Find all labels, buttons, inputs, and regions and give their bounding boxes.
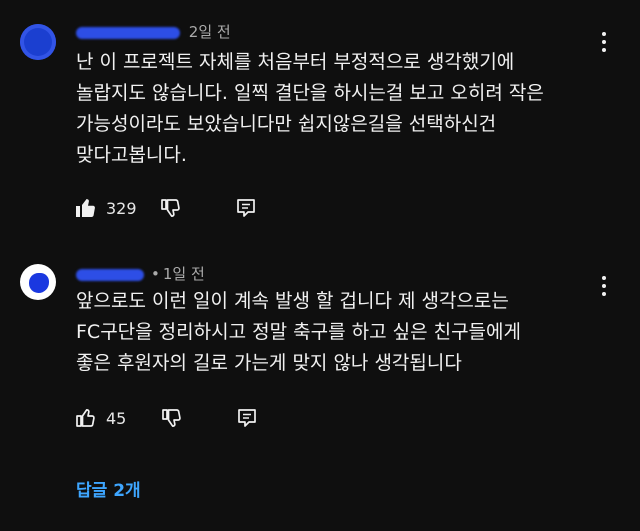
author-name-redacted[interactable] [76,268,144,281]
thumb-up-icon [76,408,95,427]
avatar[interactable] [20,264,56,300]
reply-button[interactable] [236,407,258,429]
comment-actions: 329 [74,195,257,221]
comment-text: 앞으로도 이런 일이 계속 발생 할 겁니다 제 생각으로는 FC구단을 정리하… [76,286,616,379]
comment-2: • 1일 전 앞으로도 이런 일이 계속 발생 할 겁니다 제 생각으로는 FC구… [0,240,640,450]
comment-text-line: 좋은 후원자의 길로 가는게 맞지 않나 생각됩니다 [76,352,462,374]
comment-time[interactable]: 1일 전 [163,265,205,283]
avatar[interactable] [20,24,56,60]
reply-button[interactable] [235,197,257,219]
comment-text-line: 난 이 프로젝트 자체를 처음부터 부정적으로 생각했기에 [76,51,515,73]
comment-meta: • 1일 전 [76,264,205,284]
thumb-up-filled-icon [76,199,95,217]
reply-icon [236,199,255,217]
comment-text-line: 놀랍지도 않습니다. 일찍 결단을 하시는걸 보고 오히려 작은 [76,82,544,104]
comment-text: 난 이 프로젝트 자체를 처음부터 부정적으로 생각했기에 놀랍지도 않습니다.… [76,47,616,171]
like-count: 329 [106,198,137,218]
dislike-button[interactable] [159,196,183,220]
reply-icon [238,409,257,427]
comment-meta: 2일 전 [76,22,231,42]
comment-text-line: 맞다고봅니다. [76,144,187,166]
comment-text-line: 가능성이라도 보았습니다만 쉽지않은길을 선택하신건 [76,113,497,135]
like-button[interactable]: 45 [74,406,126,430]
meta-separator: • [151,265,160,283]
like-button[interactable]: 329 [74,196,137,220]
comment-text-line: FC구단을 정리하시고 정말 축구를 하고 싶은 친구들에게 [76,321,521,343]
author-name-redacted[interactable] [76,26,180,39]
comment-actions: 45 [74,405,258,431]
like-count: 45 [106,408,127,428]
comment-1: 2일 전 난 이 프로젝트 자체를 처음부터 부정적으로 생각했기에 놀랍지도 … [0,0,640,240]
comment-text-line: 앞으로도 이런 일이 계속 발생 할 겁니다 제 생각으로는 [76,290,509,312]
thumb-down-icon [162,409,182,428]
dislike-button[interactable] [160,406,184,430]
comment-time[interactable]: 2일 전 [189,23,231,41]
thumb-down-icon [160,199,180,218]
view-replies-link[interactable]: 답글 2개 [76,476,141,501]
avatar-shape [29,273,49,293]
